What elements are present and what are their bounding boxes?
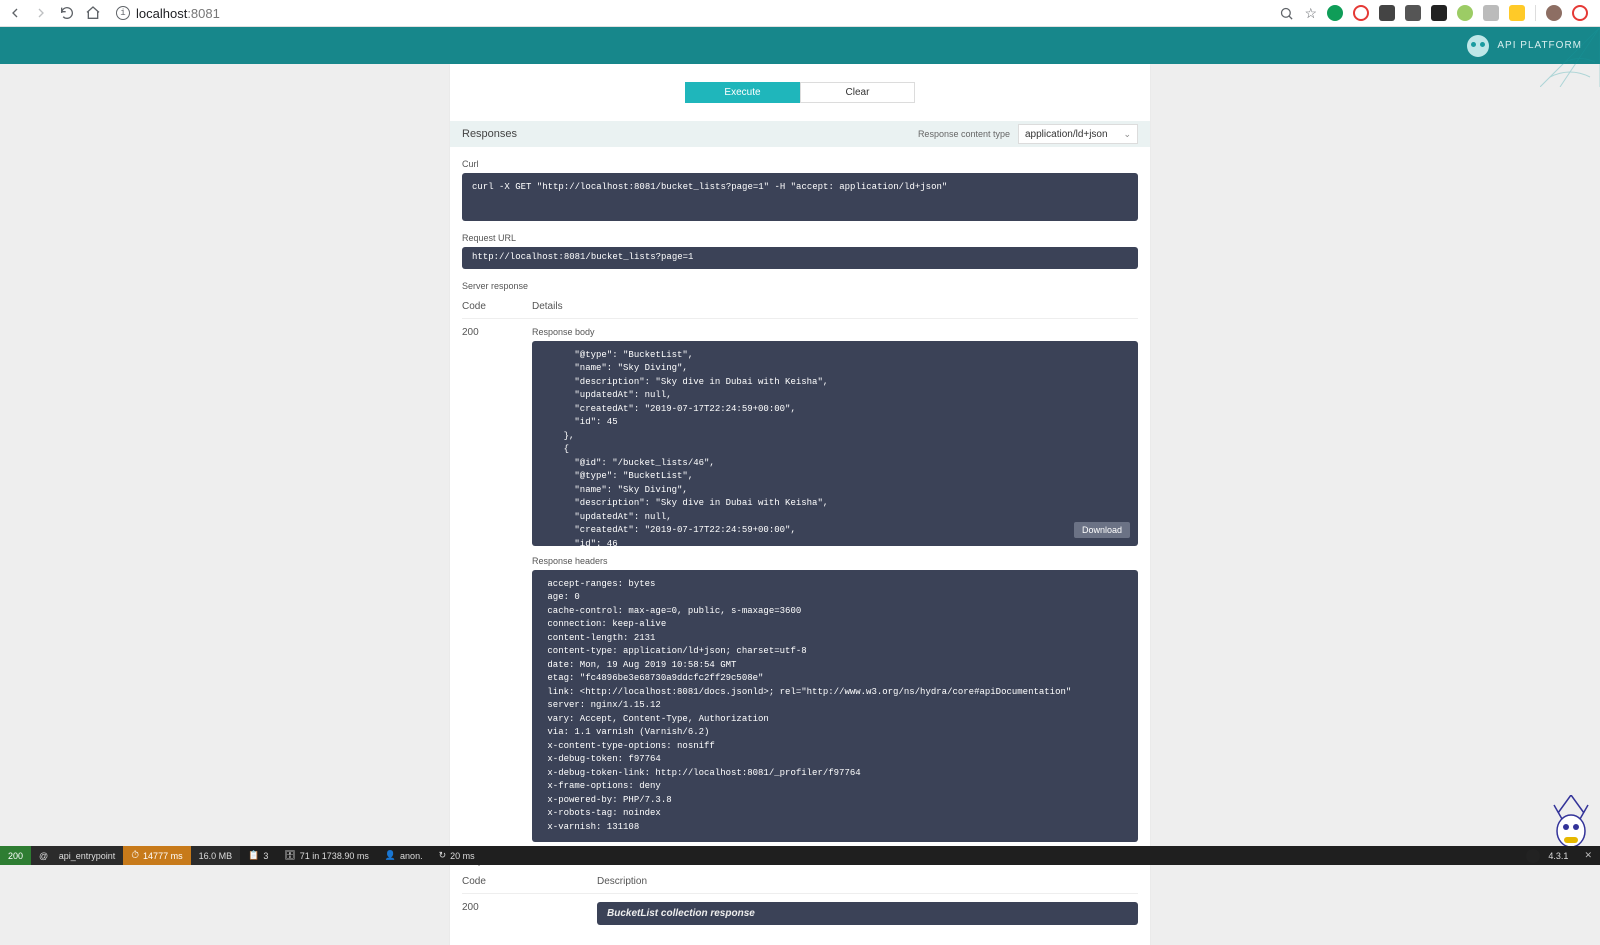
description-header: Description [597, 876, 1138, 887]
download-button[interactable]: Download [1074, 522, 1130, 538]
extension-icon[interactable] [1405, 5, 1421, 21]
debug-forms[interactable]: 📋3 [240, 846, 276, 865]
symfony-debug-bar[interactable]: 200 @ api_entrypoint ⏱14777 ms 16.0 MB 📋… [0, 846, 1600, 865]
responses-label: Responses [462, 128, 517, 140]
response-body-label: Response body [532, 327, 1138, 337]
extension-icon[interactable] [1509, 5, 1525, 21]
responses-columns: Code Description [462, 870, 1138, 894]
forward-button[interactable] [32, 4, 50, 22]
server-response-label: Server response [462, 281, 1138, 291]
server-response-row: 200 Response body "@type": "BucketList",… [462, 319, 1138, 843]
symfony-version[interactable]: 4.3.1 [1518, 849, 1576, 863]
debug-memory[interactable]: 16.0 MB [191, 846, 241, 865]
chevron-down-icon: ⌄ [1123, 129, 1131, 140]
brand-text: API PLATFORM [1497, 40, 1582, 51]
debug-ajax[interactable]: ↻20 ms [431, 846, 483, 865]
response-body[interactable]: "@type": "BucketList", "name": "Sky Divi… [532, 341, 1138, 546]
api-panel: Execute Clear Responses Response content… [450, 64, 1150, 945]
action-buttons: Execute Clear [450, 64, 1150, 121]
code-header: Code [462, 301, 532, 312]
extension-icon[interactable] [1327, 5, 1343, 21]
clear-button[interactable]: Clear [800, 82, 915, 103]
reload-button[interactable] [58, 4, 76, 22]
response-code: 200 [462, 327, 532, 843]
url-text: localhost:8081 [136, 6, 220, 21]
brand-logo-icon [1467, 35, 1489, 57]
close-debugbar-button[interactable]: ✕ [1576, 850, 1600, 861]
responses-header: Responses Response content type applicat… [450, 121, 1150, 147]
details-header: Details [532, 301, 1138, 312]
symfony-logo-icon [1526, 849, 1540, 863]
response-headers[interactable]: accept-ranges: bytes age: 0 cache-contro… [532, 570, 1138, 843]
extension-icon[interactable] [1431, 5, 1447, 21]
content-type-select[interactable]: application/ld+json ⌄ [1018, 124, 1138, 144]
divider [1535, 5, 1536, 21]
brand: API PLATFORM [1467, 35, 1582, 57]
debug-user[interactable]: 👤anon. [377, 846, 431, 865]
debug-route[interactable]: @ api_entrypoint [31, 846, 123, 865]
execute-button[interactable]: Execute [685, 82, 800, 103]
request-url-value[interactable]: http://localhost:8081/bucket_lists?page=… [462, 247, 1138, 269]
search-icon[interactable] [1279, 6, 1294, 21]
bookmark-icon[interactable]: ☆ [1304, 5, 1317, 22]
extension-icon[interactable] [1572, 5, 1588, 21]
back-button[interactable] [6, 4, 24, 22]
extension-icon[interactable] [1379, 5, 1395, 21]
response-columns: Code Details [462, 295, 1138, 319]
curl-label: Curl [462, 159, 1138, 169]
chrome-extensions: ☆ [1279, 5, 1594, 22]
debug-db[interactable]: 🗄71 in 1738.90 ms [276, 846, 376, 865]
curl-command[interactable]: curl -X GET "http://localhost:8081/bucke… [462, 173, 1138, 221]
debug-status[interactable]: 200 [0, 846, 31, 865]
debug-time[interactable]: ⏱14777 ms [123, 846, 190, 865]
extension-icon[interactable] [1353, 5, 1369, 21]
home-button[interactable] [84, 4, 102, 22]
response-headers-label: Response headers [532, 556, 1138, 566]
site-info-icon[interactable]: i [116, 6, 130, 20]
app-header: API PLATFORM [0, 27, 1600, 64]
request-url-label: Request URL [462, 233, 1138, 243]
extension-icon[interactable] [1457, 5, 1473, 21]
responses-row: 200 BucketList collection response [462, 894, 1138, 925]
address-bar[interactable]: i localhost:8081 [116, 6, 220, 21]
responses-code: 200 [462, 902, 597, 925]
browser-chrome: i localhost:8081 ☆ [0, 0, 1600, 27]
page: Execute Clear Responses Response content… [0, 64, 1600, 945]
content-type-label: Response content type [918, 129, 1010, 139]
avatar-icon[interactable] [1546, 5, 1562, 21]
response-description: BucketList collection response [597, 902, 1138, 925]
content-type-value: application/ld+json [1025, 129, 1108, 140]
extension-icon[interactable] [1483, 5, 1499, 21]
code-header: Code [462, 876, 597, 887]
